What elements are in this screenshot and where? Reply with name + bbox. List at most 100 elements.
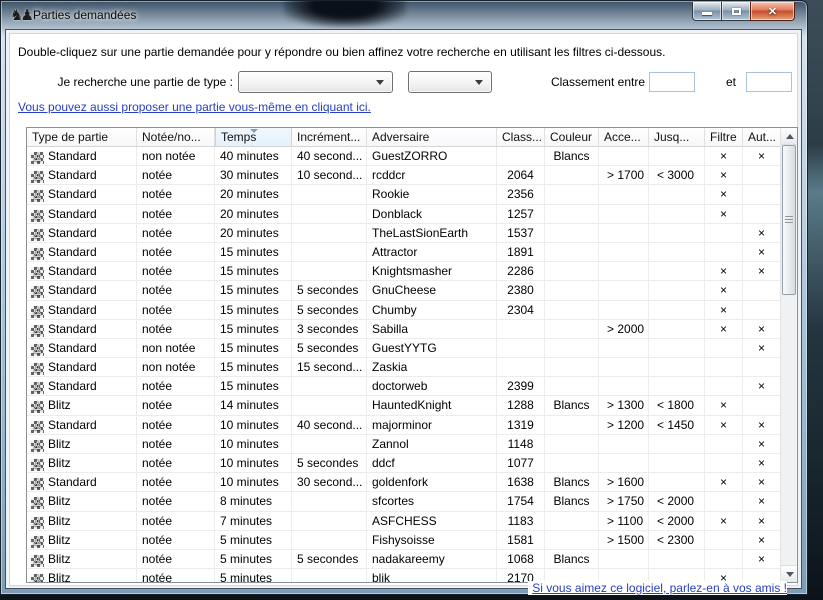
cell-filtre: ×: [705, 512, 743, 530]
cell-adversaire: Zaskia: [367, 358, 497, 376]
cell-type: ♙Standard: [27, 166, 137, 184]
cell-temps: 15 minutes: [215, 243, 292, 261]
cell-temps: 14 minutes: [215, 396, 292, 414]
col-header-temps[interactable]: Temps: [215, 128, 292, 146]
cell-autre: [743, 358, 781, 376]
table-row[interactable]: ♙Standardnotée10 minutes40 second...majo…: [27, 416, 782, 435]
cell-autre: ×: [743, 320, 781, 338]
col-header-classement[interactable]: Class...: [497, 128, 545, 146]
cell-autre: ×: [743, 147, 781, 165]
cell-classement: 1638: [497, 473, 545, 491]
col-header-increment[interactable]: Incrément...: [292, 128, 367, 146]
cell-autre: ×: [743, 435, 781, 453]
cell-classement: 1068: [497, 550, 545, 568]
cell-notee: notée: [137, 473, 215, 491]
table-row[interactable]: ♙Standardnotée15 minutes3 secondesSabill…: [27, 320, 782, 339]
cell-accepte: > 1700: [599, 166, 649, 184]
table-row[interactable]: ♙Standardnotée30 minutes10 second...rcdd…: [27, 166, 782, 185]
chess-piece-icon: ♙: [31, 190, 44, 202]
cell-temps: 40 minutes: [215, 147, 292, 165]
chess-piece-icon: ♙: [31, 248, 44, 260]
chess-piece-icon: ♙: [31, 401, 44, 413]
cell-accepte: [599, 224, 649, 242]
cell-accepte: [599, 301, 649, 319]
table-row[interactable]: ♙Standardnon notée15 minutes15 second...…: [27, 358, 782, 377]
cell-notee: notée: [137, 243, 215, 261]
rating-max-input[interactable]: [746, 72, 792, 92]
cell-accepte: > 1300: [599, 396, 649, 414]
scroll-up-button[interactable]: [781, 128, 798, 145]
cell-increment: [292, 435, 367, 453]
chess-piece-icon: ♙: [31, 459, 44, 471]
table-row[interactable]: ♙Standardnotée15 minutesAttractor1891×: [27, 243, 782, 262]
chess-piece-icon: ♙: [31, 306, 44, 318]
table-row[interactable]: ♙Standardnotée15 minutes5 secondesChumby…: [27, 301, 782, 320]
game-type-label: Standard: [48, 341, 97, 355]
table-row[interactable]: ♙Standardnotée15 minutesdoctorweb2399×: [27, 377, 782, 396]
col-header-accepte[interactable]: Acce...: [599, 128, 649, 146]
rating-min-input[interactable]: [649, 72, 695, 92]
scrollbar-thumb[interactable]: [782, 145, 796, 295]
col-header-filtre[interactable]: Filtre: [705, 128, 743, 146]
cell-type: ♙Blitz: [27, 492, 137, 510]
cell-jusqua: [649, 147, 705, 165]
cell-couleur: Blancs: [545, 147, 599, 165]
cell-classement: [497, 147, 545, 165]
cell-classement: 1581: [497, 531, 545, 549]
table-row[interactable]: ♙Standardnotée15 minutes5 secondesGnuChe…: [27, 281, 782, 300]
table-row[interactable]: ♙Blitznotée10 minutesZannol1148×: [27, 435, 782, 454]
col-header-notee[interactable]: Notée/no...: [137, 128, 215, 146]
cell-accepte: [599, 205, 649, 223]
cell-filtre: ×: [705, 396, 743, 414]
vertical-scrollbar[interactable]: [780, 128, 797, 582]
col-header-adversaire[interactable]: Adversaire: [367, 128, 497, 146]
table-row[interactable]: ♙Standardnotée15 minutesKnightsmasher228…: [27, 262, 782, 281]
table-row[interactable]: ♙Standardnotée20 minutesDonblack1257×: [27, 205, 782, 224]
cell-classement: 1183: [497, 512, 545, 530]
cell-increment: 10 second...: [292, 166, 367, 184]
table-row[interactable]: ♙Blitznotée5 minutesFishysoisse1581> 150…: [27, 531, 782, 550]
col-header-couleur[interactable]: Couleur: [545, 128, 599, 146]
cell-type: ♙ Blitz: [27, 396, 137, 414]
type-combobox[interactable]: [238, 71, 393, 93]
game-type-label: Blitz: [48, 398, 71, 412]
cell-notee: notée: [137, 281, 215, 299]
minimize-button[interactable]: [692, 2, 722, 21]
cell-type: ♙Standard: [27, 243, 137, 261]
table-row[interactable]: ♙Standardnotée20 minutesTheLastSionEarth…: [27, 224, 782, 243]
cell-adversaire: GuestZORRO: [367, 147, 497, 165]
cell-jusqua: [649, 281, 705, 299]
table-row[interactable]: ♙Blitznotée8 minutessfcortes1754Blancs> …: [27, 492, 782, 511]
cell-autre: ×: [743, 531, 781, 549]
table-row[interactable]: ♙Blitznotée7 minutesASFCHESS1183> 1100< …: [27, 512, 782, 531]
chevron-down-icon: [376, 80, 384, 85]
col-header-autre[interactable]: Aut...: [743, 128, 781, 146]
propose-game-link[interactable]: Vous pouvez aussi proposer une partie vo…: [18, 100, 371, 114]
scroll-down-button[interactable]: [781, 565, 798, 582]
share-link[interactable]: Si vous aimez ce logiciel, parlez-en à v…: [528, 581, 787, 595]
cell-classement: 2399: [497, 377, 545, 395]
title-bar[interactable]: ♞♟ Parties demandées: [1, 1, 807, 29]
table-row[interactable]: ♙Standardnon notée15 minutes5 secondesGu…: [27, 339, 782, 358]
table-row[interactable]: ♙Blitznotée5 minutes5 secondesnadakareem…: [27, 550, 782, 569]
table-row[interactable]: ♙Standardnon notée40 minutes40 second...…: [27, 147, 782, 166]
cell-accepte: > 1100: [599, 512, 649, 530]
table-row[interactable]: ♙Standardnotée10 minutes30 second...gold…: [27, 473, 782, 492]
game-type-label: Standard: [48, 322, 97, 336]
cell-adversaire: goldenfork: [367, 473, 497, 491]
table-header: Type de partie Notée/no... Temps Incréme…: [27, 128, 797, 147]
maximize-button[interactable]: [721, 2, 751, 21]
cell-type: ♙Blitz: [27, 531, 137, 549]
cell-type: ♙Blitz: [27, 454, 137, 472]
close-button[interactable]: ✕: [750, 2, 795, 21]
col-header-jusqua[interactable]: Jusq...: [649, 128, 705, 146]
cell-accepte: [599, 358, 649, 376]
chess-piece-icon: ♙: [31, 171, 44, 183]
table-row[interactable]: ♙Blitznotée14 minutesHauntedKnight1288Bl…: [27, 396, 782, 415]
col-header-type[interactable]: Type de partie: [27, 128, 137, 146]
table-row[interactable]: ♙Standardnotée20 minutesRookie2356×: [27, 185, 782, 204]
type-secondary-combobox[interactable]: [408, 71, 492, 93]
cell-temps: 15 minutes: [215, 377, 292, 395]
et-label: et: [713, 75, 749, 89]
table-row[interactable]: ♙Blitznotée10 minutes5 secondesddcf1077×: [27, 454, 782, 473]
